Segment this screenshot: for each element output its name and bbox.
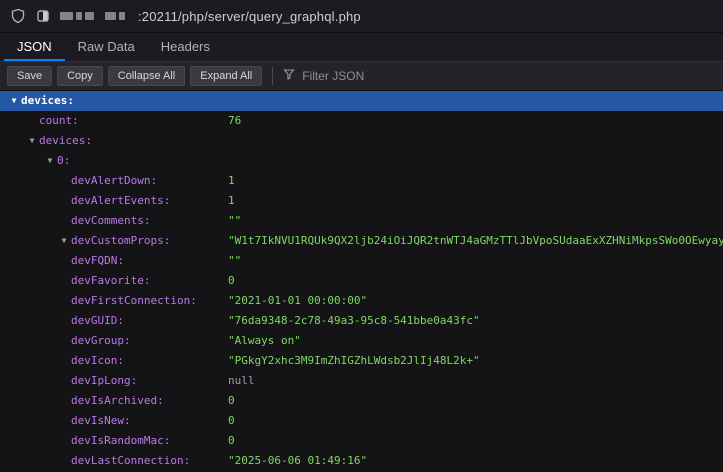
json-value: 1	[228, 171, 235, 191]
json-key: devAlertDown:	[71, 171, 157, 191]
json-key: devGUID:	[71, 311, 124, 331]
browser-url-bar: :20211/php/server/query_graphql.php	[0, 0, 723, 33]
json-key: devices:	[39, 131, 92, 151]
json-value: "2021-01-01 00:00:00"	[228, 291, 367, 311]
json-value: 0	[228, 271, 235, 291]
json-row[interactable]: ▼ count: 76	[0, 111, 723, 131]
expand-arrow-icon[interactable]: ▼	[44, 151, 56, 171]
json-key: devFavorite:	[71, 271, 150, 291]
extension-icon[interactable]	[36, 9, 50, 23]
json-value: 0	[228, 431, 235, 451]
json-key: count:	[39, 111, 79, 131]
redacted-host	[60, 12, 128, 20]
json-key: devGroup:	[71, 331, 131, 351]
json-row[interactable]: ▼ devices:	[0, 91, 723, 111]
json-row[interactable]: ▼ devices:	[0, 131, 723, 151]
json-value: "76da9348-2c78-49a3-95c8-541bbe0a43fc"	[228, 311, 480, 331]
json-value: "PGkgY2xhc3M9ImZhIGZhLWdsb2JlIj48L2k+"	[228, 351, 480, 371]
json-row[interactable]: ▼ devComments: ""	[0, 211, 723, 231]
json-row[interactable]: ▼ devFavorite: 0	[0, 271, 723, 291]
json-value: 0	[228, 411, 235, 431]
json-value: "Always on"	[228, 331, 301, 351]
expand-arrow-icon[interactable]: ▼	[8, 91, 20, 111]
json-value: 1	[228, 191, 235, 211]
json-value: ""	[228, 211, 241, 231]
json-row[interactable]: ▼ devIpLong: null	[0, 371, 723, 391]
json-key: devIcon:	[71, 351, 124, 371]
json-key: 0:	[57, 151, 70, 171]
json-key: devComments:	[71, 211, 150, 231]
json-key: devIpLong:	[71, 371, 137, 391]
json-row[interactable]: ▼ devFQDN: ""	[0, 251, 723, 271]
json-value: ""	[228, 251, 241, 271]
json-value: 0	[228, 391, 235, 411]
filter-funnel-icon	[283, 67, 295, 85]
expand-arrow-icon[interactable]: ▼	[58, 231, 70, 251]
expand-all-button[interactable]: Expand All	[190, 66, 262, 86]
json-toolbar: Save Copy Collapse All Expand All	[0, 62, 723, 91]
toolbar-divider	[272, 67, 273, 85]
json-value: 76	[228, 111, 241, 131]
json-key: devIsArchived:	[71, 391, 164, 411]
json-row[interactable]: ▼ devFirstConnection: "2021-01-01 00:00:…	[0, 291, 723, 311]
json-row[interactable]: ▼ devAlertEvents: 1	[0, 191, 723, 211]
json-row[interactable]: ▼ devIsArchived: 0	[0, 391, 723, 411]
tab-headers[interactable]: Headers	[148, 33, 223, 61]
json-key: devLastConnection:	[71, 451, 190, 471]
json-value: null	[228, 371, 255, 391]
json-key: devFQDN:	[71, 251, 124, 271]
json-key: devIsRandomMac:	[71, 431, 170, 451]
json-row[interactable]: ▼ devCustomProps: "W1t7IkNVU1RQUk9QX2ljb…	[0, 231, 723, 251]
json-row[interactable]: ▼ devIsNew: 0	[0, 411, 723, 431]
tab-raw-data[interactable]: Raw Data	[65, 33, 148, 61]
tab-json[interactable]: JSON	[4, 33, 65, 61]
json-row[interactable]: ▼ devLastConnection: "2025-06-06 01:49:1…	[0, 451, 723, 471]
copy-button[interactable]: Copy	[57, 66, 103, 86]
shield-icon[interactable]	[10, 8, 26, 24]
json-row[interactable]: ▼ devIsRandomMac: 0	[0, 431, 723, 451]
filter-json-input[interactable]	[300, 68, 430, 84]
expand-arrow-icon[interactable]: ▼	[26, 131, 38, 151]
json-key: devCustomProps:	[71, 231, 170, 251]
json-row[interactable]: ▼ devGroup: "Always on"	[0, 331, 723, 351]
save-button[interactable]: Save	[7, 66, 52, 86]
json-key: devAlertEvents:	[71, 191, 170, 211]
collapse-all-button[interactable]: Collapse All	[108, 66, 185, 86]
json-value: "W1t7IkNVU1RQUk9QX2ljb24iOiJQR2tnWTJ4aGM…	[228, 231, 723, 251]
json-row[interactable]: ▼ 0:	[0, 151, 723, 171]
json-row[interactable]: ▼ devAlertDown: 1	[0, 171, 723, 191]
url-text[interactable]: :20211/php/server/query_graphql.php	[138, 9, 361, 24]
json-value: "2025-06-06 01:49:16"	[228, 451, 367, 471]
json-key: devices:	[21, 91, 74, 111]
json-key: devFirstConnection:	[71, 291, 197, 311]
json-viewer-tabbar: JSON Raw Data Headers	[0, 33, 723, 62]
json-key: devIsNew:	[71, 411, 131, 431]
json-row[interactable]: ▼ devGUID: "76da9348-2c78-49a3-95c8-541b…	[0, 311, 723, 331]
json-row[interactable]: ▼ devIcon: "PGkgY2xhc3M9ImZhIGZhLWdsb2Jl…	[0, 351, 723, 371]
json-tree: ▼ devices: ▼ count: 76 ▼ devices: ▼ 0: ▼…	[0, 91, 723, 472]
